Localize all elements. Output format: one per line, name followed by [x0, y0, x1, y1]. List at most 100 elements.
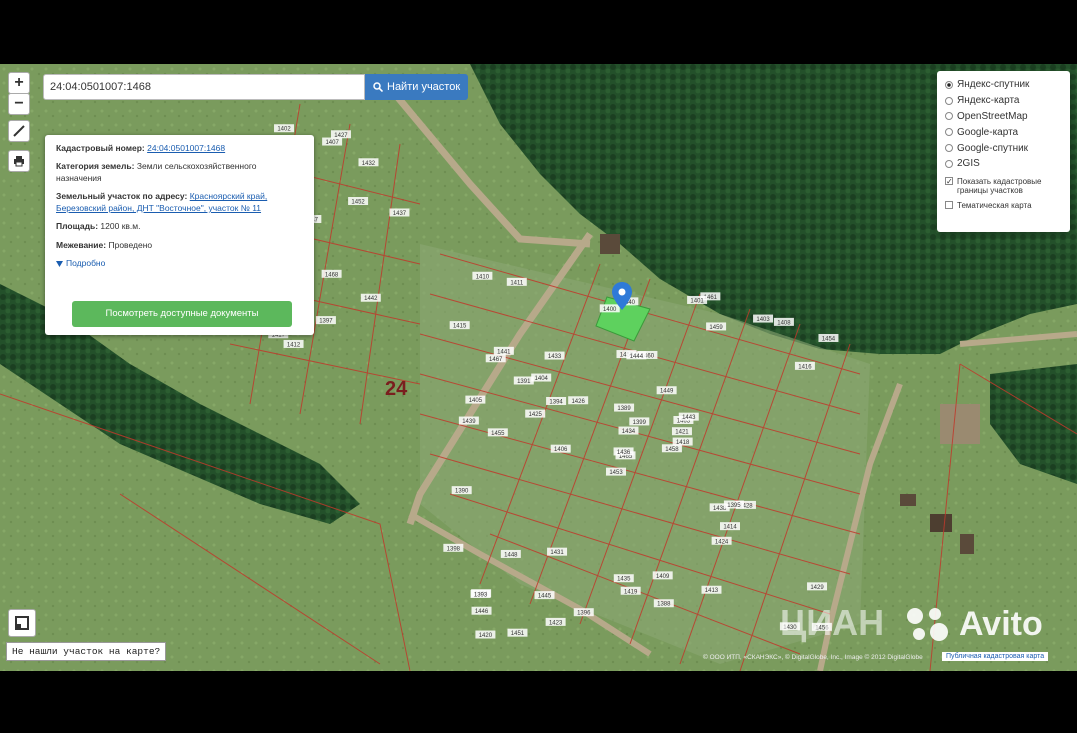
details-toggle[interactable]: Подробно	[56, 258, 303, 269]
svg-text:1448: 1448	[504, 552, 518, 558]
zoom-in-button[interactable]: +	[8, 72, 30, 94]
plot-number-label: 1389	[614, 403, 635, 412]
layer-label: 2GIS	[957, 158, 980, 170]
plot-number-label: 1454	[818, 333, 839, 342]
plot-number-label: 1468	[321, 269, 342, 278]
plot-number-label: 1431	[547, 547, 568, 556]
layer-option-yandex-satellite[interactable]: Яндекс-спутник	[945, 77, 1062, 93]
plot-number-label: 1396	[573, 608, 594, 617]
svg-text:1421: 1421	[675, 430, 689, 436]
plot-number-label: 1455	[487, 428, 508, 437]
svg-text:1394: 1394	[549, 399, 563, 405]
svg-text:1446: 1446	[475, 609, 489, 615]
svg-text:1389: 1389	[617, 406, 631, 412]
svg-text:1449: 1449	[660, 389, 674, 395]
svg-text:1410: 1410	[476, 274, 490, 280]
fullscreen-button[interactable]	[8, 609, 36, 637]
svg-text:1388: 1388	[657, 602, 671, 608]
plot-number-label: 1407	[322, 137, 343, 146]
svg-text:1413: 1413	[705, 588, 719, 594]
svg-text:1416: 1416	[798, 364, 812, 370]
svg-text:1436: 1436	[617, 450, 631, 456]
layer-label: Яндекс-спутник	[957, 79, 1030, 91]
svg-text:1437: 1437	[393, 211, 407, 217]
cadastral-number-link[interactable]: 24:04:0501007:1468	[147, 143, 225, 153]
plot-number-label: 1452	[348, 197, 369, 206]
svg-text:1407: 1407	[325, 140, 339, 146]
svg-text:1453: 1453	[609, 470, 623, 476]
plot-number-label: 1437	[389, 208, 410, 217]
svg-text:1420: 1420	[479, 633, 493, 639]
plot-number-label: 1401	[687, 295, 708, 304]
plot-number-label: 1388	[653, 599, 674, 608]
land-category-label: Категория земель:	[56, 161, 135, 172]
search-bar: Найти участок	[43, 74, 469, 100]
svg-text:1406: 1406	[554, 447, 568, 453]
ruler-icon	[13, 125, 25, 137]
show-cadastral-label: Показать кадастровые границы участков	[957, 176, 1042, 196]
svg-text:1403: 1403	[756, 317, 770, 323]
plot-number-label: 1397	[315, 316, 336, 325]
svg-text:1395: 1395	[727, 503, 741, 509]
svg-text:1468: 1468	[325, 272, 339, 278]
plot-number-label: 1459	[706, 322, 727, 331]
print-button[interactable]	[8, 150, 30, 172]
address-row: Земельный участок по адресу: Красноярски…	[56, 191, 303, 214]
layer-option-openstreetmap[interactable]: OpenStreetMap	[945, 109, 1062, 125]
layer-option-yandex-map[interactable]: Яндекс-карта	[945, 93, 1062, 109]
svg-text:1396: 1396	[577, 611, 591, 617]
plot-number-label: 1420	[475, 630, 496, 639]
svg-text:1433: 1433	[548, 354, 562, 360]
cadastral-search-input[interactable]	[43, 74, 365, 100]
plot-number-label: 1439	[458, 416, 479, 425]
layer-label: Google-спутник	[957, 142, 1029, 154]
plot-number-label: 1425	[525, 409, 546, 418]
location-marker-icon[interactable]	[612, 282, 632, 310]
search-icon	[373, 82, 383, 92]
area-value: 1200 кв.м.	[100, 221, 141, 232]
thematic-map-checkbox[interactable]: Тематическая карта	[945, 200, 1062, 211]
layer-option-google-satellite[interactable]: Google-спутник	[945, 140, 1062, 156]
plot-number-label: 1403	[753, 314, 774, 323]
show-cadastral-checkbox[interactable]: ✓ Показать кадастровые границы участков	[945, 176, 1062, 196]
plot-number-label: 1435	[613, 574, 634, 583]
avito-wordmark: Avito	[959, 604, 1043, 643]
cadastral-number-label: Кадастровый номер:	[56, 143, 145, 153]
plot-number-label: 1399	[629, 417, 650, 426]
plot-number-label: 1443	[678, 412, 699, 421]
survey-value: Проведено	[108, 239, 153, 250]
svg-text:1432: 1432	[362, 161, 376, 167]
view-documents-button[interactable]: Посмотреть доступные документы	[72, 301, 292, 327]
plot-number-label: 1395	[723, 500, 744, 509]
zoom-out-button[interactable]: −	[8, 93, 30, 115]
layer-option-google-map[interactable]: Google-карта	[945, 124, 1062, 140]
plot-number-label: 1416	[794, 361, 815, 370]
plot-number-label: 1427	[330, 130, 351, 139]
svg-text:1398: 1398	[447, 546, 461, 552]
printer-icon	[14, 156, 24, 167]
plot-number-label: 1448	[500, 549, 521, 558]
ruler-tool-button[interactable]	[8, 120, 30, 142]
map-view[interactable]: 1468146714651464146314621461146014591458…	[0, 64, 1077, 671]
plot-number-label: 1414	[720, 522, 741, 531]
plot-number-label: 1409	[652, 571, 673, 580]
plot-info-card: Кадастровый номер: 24:04:0501007:1468 Ка…	[45, 135, 314, 335]
find-plot-button[interactable]: Найти участок	[365, 74, 469, 100]
svg-text:1445: 1445	[538, 594, 552, 600]
plot-number-label: 1453	[606, 467, 627, 476]
plot-number-label: 1415	[449, 321, 470, 330]
svg-text:1459: 1459	[709, 325, 723, 331]
layer-option-2gis[interactable]: 2GIS	[945, 156, 1062, 172]
svg-text:1426: 1426	[571, 399, 585, 405]
plot-number-label: 1406	[550, 444, 571, 453]
plot-number-label: 1445	[534, 591, 555, 600]
svg-text:1401: 1401	[690, 298, 704, 304]
svg-text:1415: 1415	[453, 324, 467, 330]
checkbox-checked-icon: ✓	[945, 176, 953, 186]
avito-logo-icon	[907, 608, 948, 641]
plot-number-label: 1432	[358, 158, 379, 167]
svg-text:1454: 1454	[822, 336, 836, 342]
not-found-link[interactable]: Не нашли участок на карте?	[6, 642, 167, 661]
public-map-link[interactable]: Публичная кадастровая карта	[942, 652, 1049, 661]
svg-text:1441: 1441	[497, 349, 511, 355]
